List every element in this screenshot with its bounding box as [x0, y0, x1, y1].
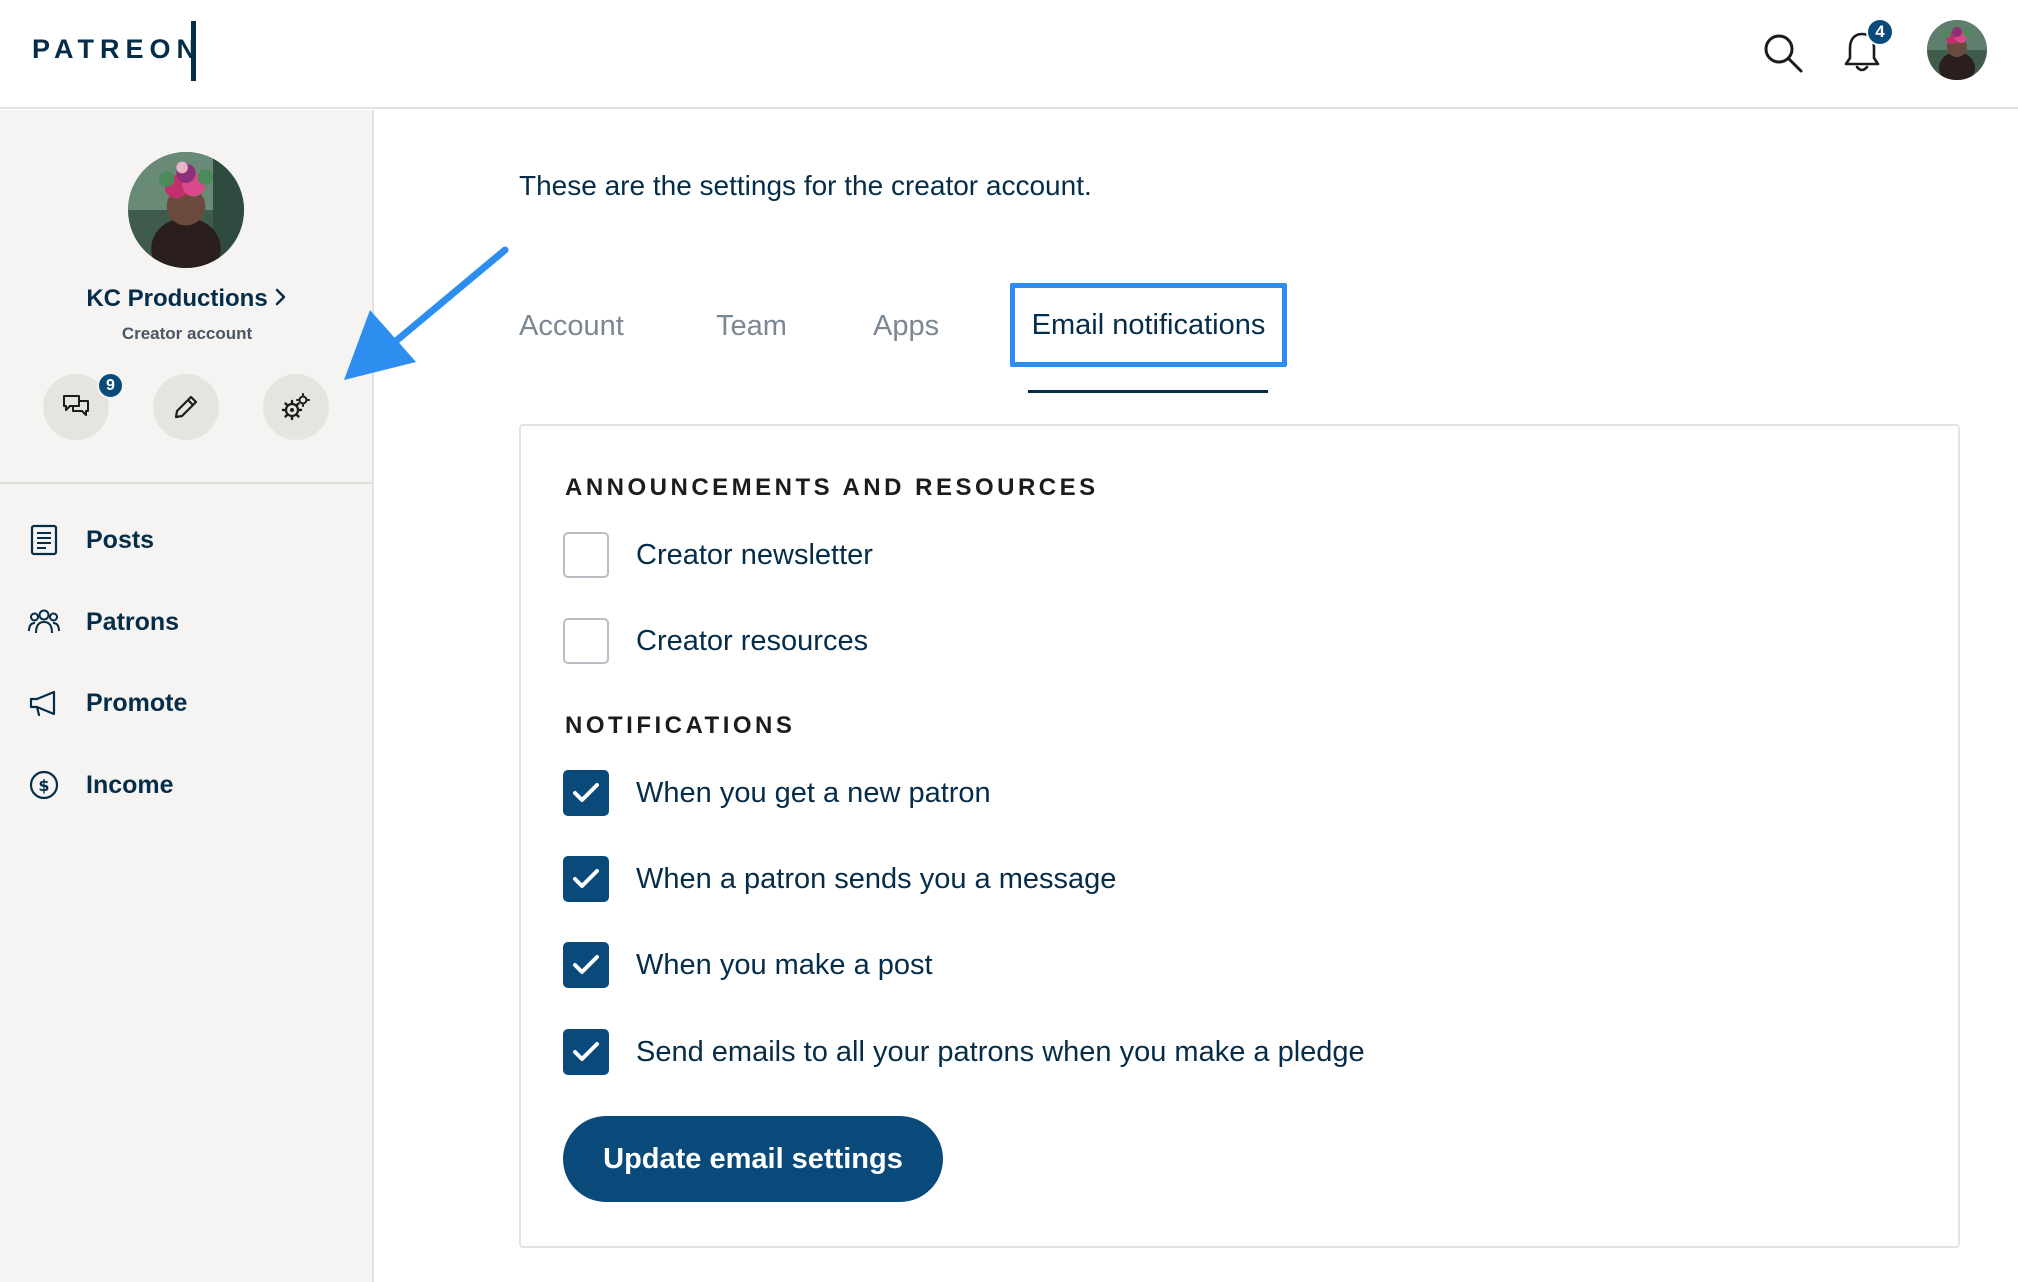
checkbox-row-new-patron[interactable]: When you get a new patron: [563, 770, 991, 816]
creator-name-link[interactable]: KC Productions: [0, 285, 374, 313]
checkbox-label: When a patron sends you a message: [636, 862, 1117, 895]
update-email-settings-button[interactable]: Update email settings: [563, 1116, 943, 1202]
creator-resources-checkbox[interactable]: [563, 618, 609, 664]
top-bar: PATREON 4: [0, 0, 2018, 109]
notification-count-badge: 4: [1866, 18, 1894, 46]
section-title-notifications: NOTIFICATIONS: [565, 712, 796, 739]
logo-divider: [191, 21, 196, 81]
pledge-emails-checkbox[interactable]: [563, 1029, 609, 1075]
tab-team[interactable]: Team: [716, 310, 787, 343]
section-title-announcements: ANNOUNCEMENTS AND RESOURCES: [565, 474, 1099, 501]
checkbox-row-make-post[interactable]: When you make a post: [563, 942, 933, 988]
settings-intro-text: These are the settings for the creator a…: [519, 170, 1092, 201]
checkbox-row-creator-newsletter[interactable]: Creator newsletter: [563, 532, 873, 578]
sidebar-item-label: Posts: [86, 525, 155, 554]
checkmark-icon: [573, 869, 599, 888]
patrons-icon: [26, 604, 62, 640]
checkbox-row-pledge-emails[interactable]: Send emails to all your patrons when you…: [563, 1029, 1365, 1075]
pencil-icon: [174, 395, 198, 419]
patron-message-checkbox[interactable]: [563, 856, 609, 902]
creator-avatar[interactable]: [128, 152, 244, 268]
messages-icon: [63, 395, 89, 416]
creator-newsletter-checkbox[interactable]: [563, 532, 609, 578]
creator-subtitle: Creator account: [121, 324, 253, 343]
chevron-right-icon: [274, 285, 288, 313]
checkbox-label: Creator resources: [636, 624, 869, 657]
search-icon[interactable]: [1758, 28, 1808, 78]
dollar-icon: $: [26, 767, 62, 803]
checkbox-label: When you make a post: [636, 948, 933, 981]
sidebar-item-income[interactable]: $ Income: [0, 755, 372, 815]
gears-icon: [281, 393, 310, 421]
checkmark-icon: [573, 1042, 599, 1061]
sidebar-item-label: Income: [86, 770, 174, 799]
checkbox-label: Creator newsletter: [636, 538, 873, 571]
sidebar-item-posts[interactable]: Posts: [0, 510, 372, 570]
sidebar-item-label: Promote: [86, 688, 188, 717]
messages-badge: 9: [97, 372, 124, 399]
checkbox-label: Send emails to all your patrons when you…: [636, 1035, 1365, 1068]
checkmark-icon: [573, 783, 599, 802]
user-avatar[interactable]: [1927, 20, 1987, 80]
megaphone-icon: [26, 685, 62, 721]
svg-text:$: $: [38, 776, 49, 795]
checkmark-icon: [573, 955, 599, 974]
posts-icon: [26, 522, 62, 558]
checkbox-label: When you get a new patron: [636, 776, 991, 809]
sidebar-item-patrons[interactable]: Patrons: [0, 592, 372, 652]
sidebar-item-promote[interactable]: Promote: [0, 673, 372, 733]
checkbox-row-patron-message[interactable]: When a patron sends you a message: [563, 856, 1116, 902]
sidebar-divider: [0, 482, 372, 484]
sidebar: KC Productions Creator account 9 Posts P…: [0, 110, 374, 1282]
tab-email-notifications[interactable]: Email notifications: [1010, 283, 1287, 367]
settings-button[interactable]: [263, 374, 329, 440]
new-patron-checkbox[interactable]: [563, 770, 609, 816]
active-tab-indicator: [1028, 390, 1268, 393]
make-post-checkbox[interactable]: [563, 942, 609, 988]
annotation-arrow: [344, 246, 509, 380]
creator-name: KC Productions: [86, 285, 268, 312]
patreon-logo[interactable]: PATREON: [32, 34, 202, 65]
sidebar-item-label: Patrons: [86, 607, 180, 636]
edit-page-button[interactable]: [153, 374, 219, 440]
tab-apps[interactable]: Apps: [873, 310, 939, 343]
tab-account[interactable]: Account: [519, 310, 624, 343]
checkbox-row-creator-resources[interactable]: Creator resources: [563, 618, 868, 664]
